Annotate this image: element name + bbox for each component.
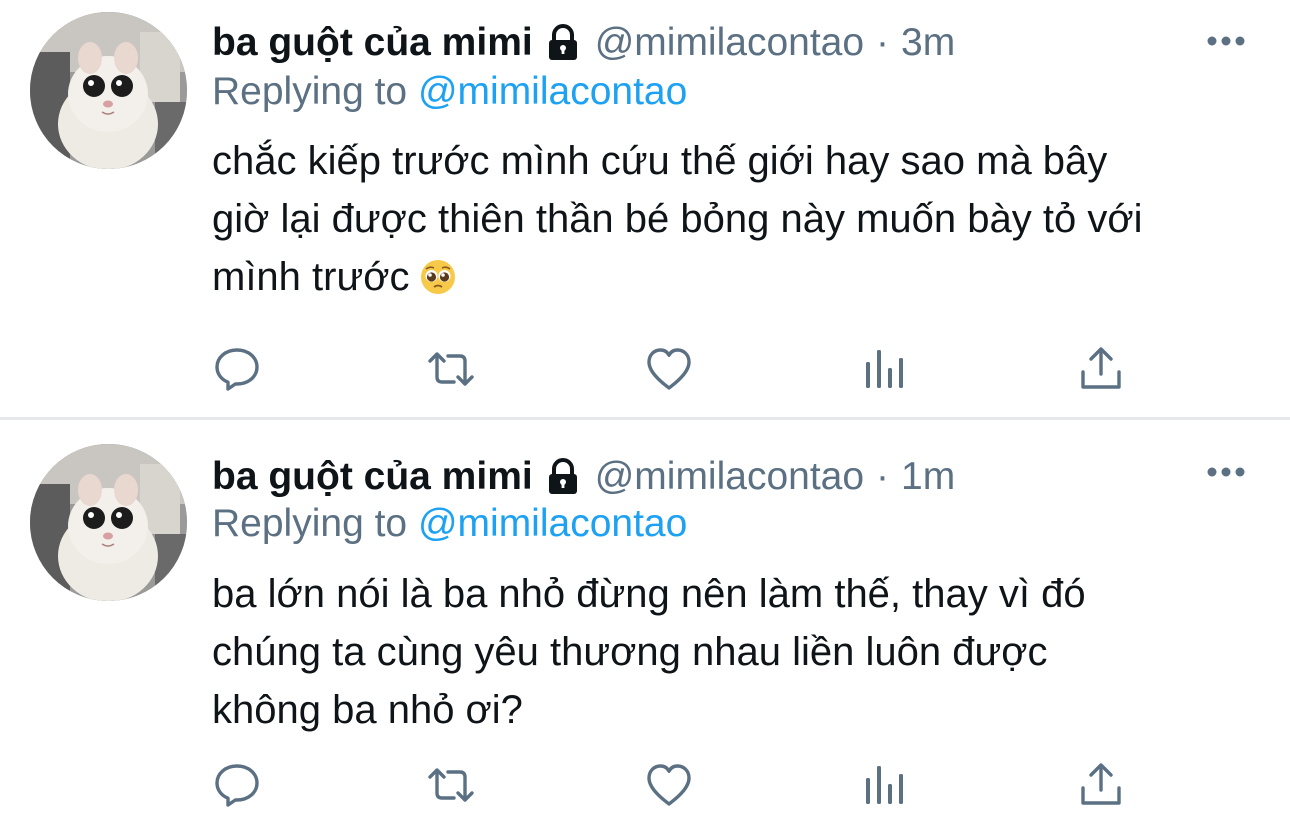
pleading-face-emoji [419, 258, 457, 296]
like-icon[interactable] [644, 760, 694, 810]
tweet-timestamp[interactable]: 1m [901, 455, 955, 499]
tweet-actions [212, 344, 1172, 394]
display-name[interactable]: ba guột của mimi [212, 21, 533, 65]
replying-to-label: Replying to [212, 70, 418, 113]
separator-dot: · [876, 21, 890, 64]
tweet-text: chắc kiếp trước mình cứu thế giới hay sa… [212, 132, 1262, 306]
reply-icon[interactable] [212, 344, 262, 394]
tweet-actions [212, 760, 1172, 810]
replying-to: Replying to @mimilacontao [212, 70, 687, 114]
lock-icon [543, 457, 583, 497]
tweet-text: ba lớn nói là ba nhỏ đừng nên làm thế, t… [212, 565, 1262, 739]
tweet-header: ba guột của mimi @mimilacontao · 1m [212, 452, 955, 502]
reply-icon[interactable] [212, 760, 262, 810]
separator-dot: · [876, 455, 890, 498]
tweet-text-line: chúng ta cùng yêu thương nhau liền luôn … [212, 630, 1048, 674]
replying-to: Replying to @mimilacontao [212, 502, 687, 546]
analytics-icon[interactable] [860, 344, 910, 394]
replying-to-link[interactable]: @mimilacontao [418, 70, 687, 113]
avatar[interactable] [30, 12, 187, 169]
tweet-text-line: giờ lại được thiên thần bé bỏng này muốn… [212, 197, 1143, 241]
avatar[interactable] [30, 444, 187, 601]
share-icon[interactable] [1076, 344, 1126, 394]
more-icon[interactable] [1206, 34, 1246, 48]
user-handle[interactable]: @mimilacontao [595, 21, 864, 65]
like-icon[interactable] [644, 344, 694, 394]
tweet-text-line-last: mình trước [212, 248, 1262, 306]
more-icon[interactable] [1206, 465, 1246, 479]
tweet-text-line: chắc kiếp trước mình cứu thế giới hay sa… [212, 139, 1108, 183]
display-name[interactable]: ba guột của mimi [212, 455, 533, 499]
analytics-icon[interactable] [860, 760, 910, 810]
share-icon[interactable] [1076, 760, 1126, 810]
tweet[interactable]: ba guột của mimi @mimilacontao · 1m Repl… [0, 420, 1290, 825]
tweet-text-line: không ba nhỏ ơi? [212, 688, 523, 732]
tweet-text-segment: mình trước [212, 255, 410, 299]
user-handle[interactable]: @mimilacontao [595, 455, 864, 499]
replying-to-link[interactable]: @mimilacontao [418, 502, 687, 545]
replying-to-label: Replying to [212, 502, 418, 545]
tweet-header: ba guột của mimi @mimilacontao · 3m [212, 18, 955, 68]
tweet[interactable]: ba guột của mimi @mimilacontao · 3m Repl… [0, 0, 1290, 418]
tweet-text-line: ba lớn nói là ba nhỏ đừng nên làm thế, t… [212, 572, 1086, 616]
lock-icon [543, 23, 583, 63]
retweet-icon[interactable] [426, 344, 476, 394]
tweet-timestamp[interactable]: 3m [901, 21, 955, 65]
retweet-icon[interactable] [426, 760, 476, 810]
